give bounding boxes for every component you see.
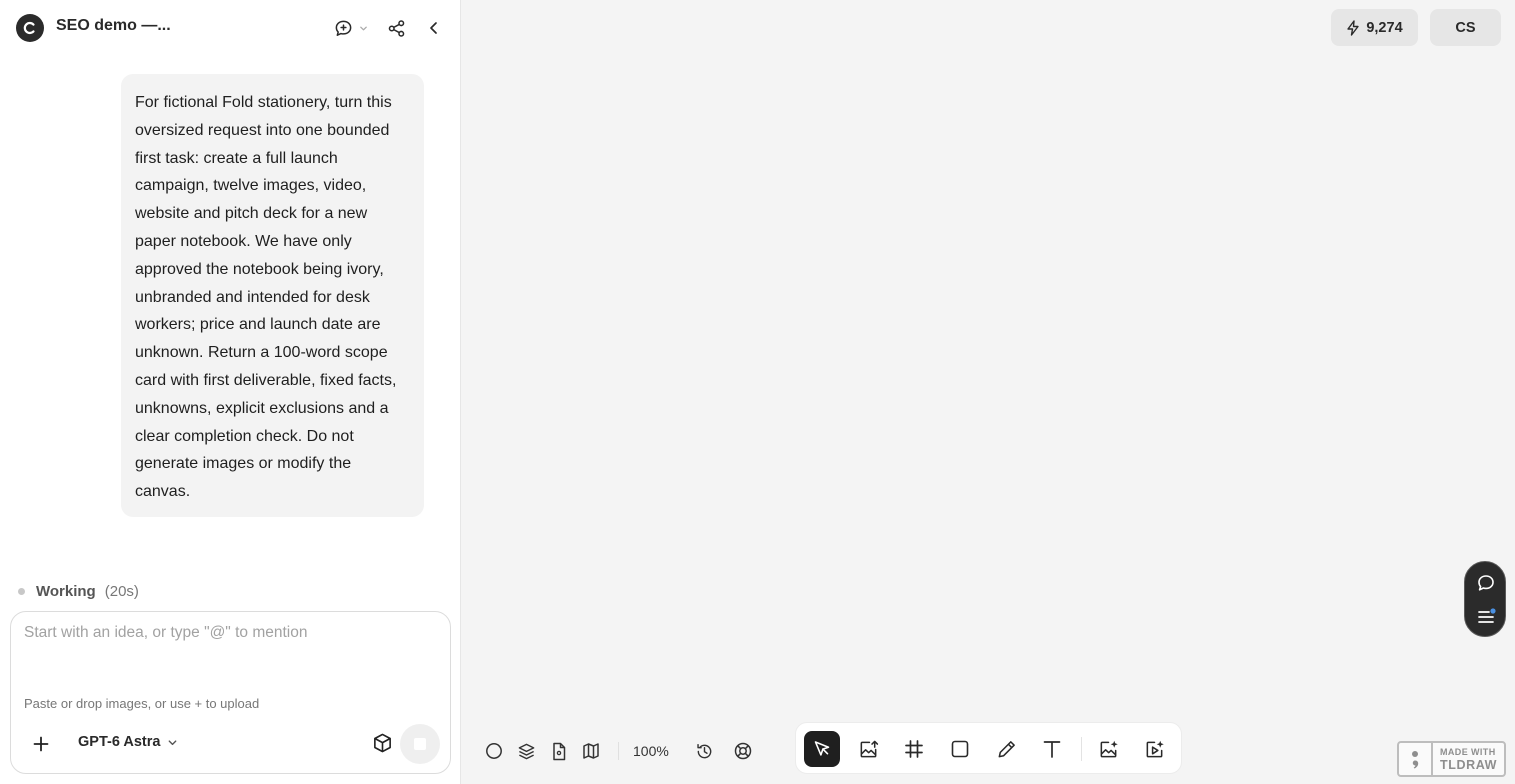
- image-upload-icon: [858, 739, 879, 760]
- select-tool[interactable]: [804, 731, 840, 767]
- watermark-line2: TLDRAW: [1440, 757, 1498, 772]
- divider: [618, 742, 619, 760]
- history-icon: [695, 742, 714, 761]
- status-label: Working: [36, 582, 96, 600]
- sidebar-header: SEO demo —...: [0, 0, 461, 56]
- working-status: Working (20s): [18, 581, 139, 601]
- user-avatar-button[interactable]: CS: [1430, 9, 1501, 46]
- stop-square-icon: [414, 738, 426, 750]
- text-tool[interactable]: [1034, 731, 1070, 767]
- lightning-icon: [1346, 19, 1366, 36]
- ai-video-tool[interactable]: [1136, 731, 1172, 767]
- image-upload-tool[interactable]: [850, 731, 886, 767]
- layers-button[interactable]: [516, 739, 536, 763]
- pencil-tool[interactable]: [988, 731, 1024, 767]
- model-name: GPT-6 Astra: [78, 734, 161, 750]
- layers-icon: [517, 742, 536, 761]
- circle-button[interactable]: [484, 739, 504, 763]
- upload-hint: Paste or drop images, or use + to upload: [24, 696, 260, 711]
- model-selector[interactable]: GPT-6 Astra: [78, 734, 178, 750]
- side-panel-pill: [1464, 561, 1506, 637]
- text-t-icon: [1042, 739, 1062, 759]
- chevron-down-icon: [160, 737, 178, 748]
- ai-video-sparkle-icon: [1144, 739, 1165, 760]
- frame-tool[interactable]: [896, 731, 932, 767]
- speech-bubble-icon: [1476, 573, 1496, 593]
- zoom-level[interactable]: 100%: [633, 743, 669, 759]
- toolbar-divider: [1081, 737, 1082, 761]
- chevron-down-icon: [359, 24, 368, 33]
- plus-icon: [33, 736, 49, 752]
- frame-hash-icon: [904, 739, 924, 759]
- share-button[interactable]: [387, 16, 406, 40]
- status-elapsed: (20s): [104, 582, 139, 600]
- menu-lines-icon: [1475, 605, 1497, 627]
- comments-button[interactable]: [1474, 571, 1498, 595]
- credits-button[interactable]: 9,274: [1331, 9, 1418, 46]
- user-message-bubble: For fictional Fold stationery, turn this…: [121, 74, 424, 517]
- tldraw-logo-icon: [1399, 743, 1433, 775]
- history-button[interactable]: [694, 739, 714, 763]
- collapse-sidebar-button[interactable]: [425, 16, 443, 40]
- help-lifebuoy-icon: [733, 741, 753, 761]
- pages-button[interactable]: [549, 739, 569, 763]
- help-button[interactable]: [733, 739, 753, 763]
- circle-icon: [485, 742, 503, 760]
- chat-sidebar: SEO demo —... For fictional Fold station…: [0, 0, 461, 784]
- chat-menu-button[interactable]: [334, 16, 368, 40]
- page-icon: [551, 742, 567, 761]
- minimap-button[interactable]: [581, 739, 601, 763]
- collapse-chevron-left-icon: [425, 19, 443, 37]
- ai-image-sparkle-icon: [1098, 739, 1119, 760]
- status-dot-icon: [18, 587, 25, 595]
- chat-composer: Paste or drop images, or use + to upload…: [10, 611, 451, 774]
- made-with-tldraw-badge[interactable]: MADE WITH TLDRAW: [1397, 741, 1506, 777]
- rectangle-icon: [950, 739, 970, 759]
- chat-bubble-icon: [334, 19, 353, 38]
- map-icon: [582, 742, 600, 760]
- cursor-arrow-icon: [812, 739, 832, 759]
- prompt-input[interactable]: [24, 624, 434, 642]
- cube-icon: [372, 732, 393, 754]
- rectangle-tool[interactable]: [942, 731, 978, 767]
- ai-image-tool[interactable]: [1090, 731, 1126, 767]
- document-title[interactable]: SEO demo —...: [56, 17, 171, 35]
- outline-menu-button[interactable]: [1474, 604, 1498, 628]
- stop-button[interactable]: [400, 724, 440, 764]
- upload-button[interactable]: [31, 732, 51, 756]
- drawing-toolbar: [795, 722, 1182, 774]
- credits-count: 9,274: [1366, 19, 1403, 36]
- share-icon: [387, 19, 406, 38]
- logo-icon[interactable]: [16, 14, 44, 42]
- pencil-icon: [996, 739, 1017, 760]
- 3d-model-button[interactable]: [372, 732, 393, 754]
- watermark-line1: MADE WITH: [1440, 746, 1496, 757]
